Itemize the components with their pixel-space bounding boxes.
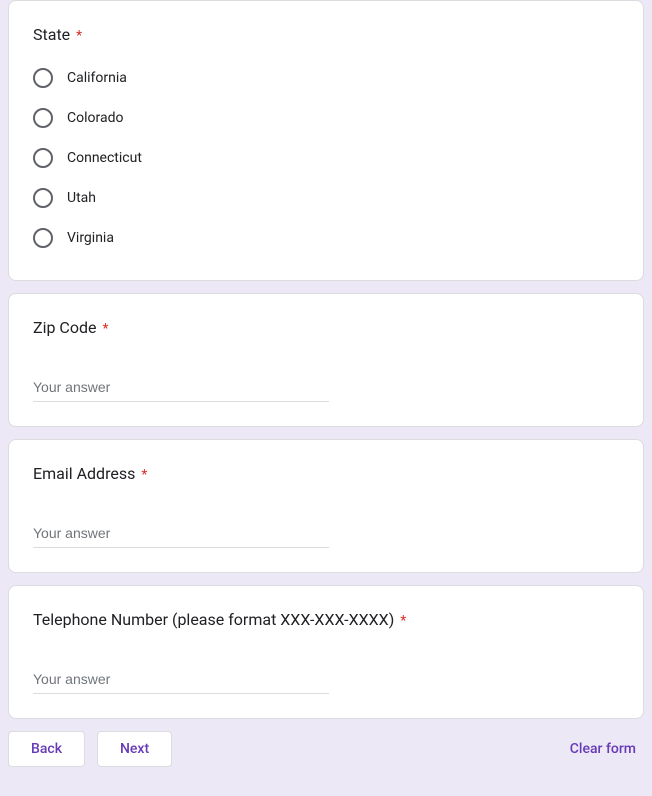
radio-label: Colorado: [67, 110, 123, 126]
zip-label-text: Zip Code: [33, 318, 96, 337]
question-label-email: Email Address *: [33, 464, 619, 483]
radio-label: Connecticut: [67, 150, 142, 166]
phone-label-text: Telephone Number (please format XXX-XXX-…: [33, 610, 394, 629]
footer-nav-buttons: Back Next: [8, 731, 172, 767]
question-label-zip: Zip Code *: [33, 318, 619, 337]
question-label-phone: Telephone Number (please format XXX-XXX-…: [33, 610, 619, 629]
radio-icon: [33, 148, 53, 168]
radio-label: California: [67, 70, 127, 86]
radio-icon: [33, 108, 53, 128]
radio-option-virginia[interactable]: Virginia: [33, 220, 619, 256]
phone-input[interactable]: [33, 667, 329, 694]
question-label-state: State *: [33, 25, 619, 44]
email-input[interactable]: [33, 521, 329, 548]
email-label-text: Email Address: [33, 464, 135, 483]
required-asterisk: *: [400, 613, 406, 629]
form-footer: Back Next Clear form: [8, 731, 644, 767]
radio-icon: [33, 188, 53, 208]
radio-label: Utah: [67, 190, 96, 206]
state-label-text: State: [33, 25, 70, 44]
radio-option-california[interactable]: California: [33, 60, 619, 96]
question-card-phone: Telephone Number (please format XXX-XXX-…: [8, 585, 644, 719]
clear-form-button[interactable]: Clear form: [562, 733, 644, 765]
radio-icon: [33, 68, 53, 88]
radio-option-colorado[interactable]: Colorado: [33, 100, 619, 136]
back-button[interactable]: Back: [8, 731, 85, 767]
radio-label: Virginia: [67, 230, 114, 246]
radio-option-utah[interactable]: Utah: [33, 180, 619, 216]
zip-input[interactable]: [33, 375, 329, 402]
state-radio-group: California Colorado Connecticut Utah Vir…: [33, 60, 619, 256]
required-asterisk: *: [76, 28, 82, 44]
question-card-zip: Zip Code *: [8, 293, 644, 427]
question-card-email: Email Address *: [8, 439, 644, 573]
radio-option-connecticut[interactable]: Connecticut: [33, 140, 619, 176]
required-asterisk: *: [102, 321, 108, 337]
required-asterisk: *: [141, 467, 147, 483]
question-card-state: State * California Colorado Connecticut …: [8, 0, 644, 281]
radio-icon: [33, 228, 53, 248]
next-button[interactable]: Next: [97, 731, 172, 767]
